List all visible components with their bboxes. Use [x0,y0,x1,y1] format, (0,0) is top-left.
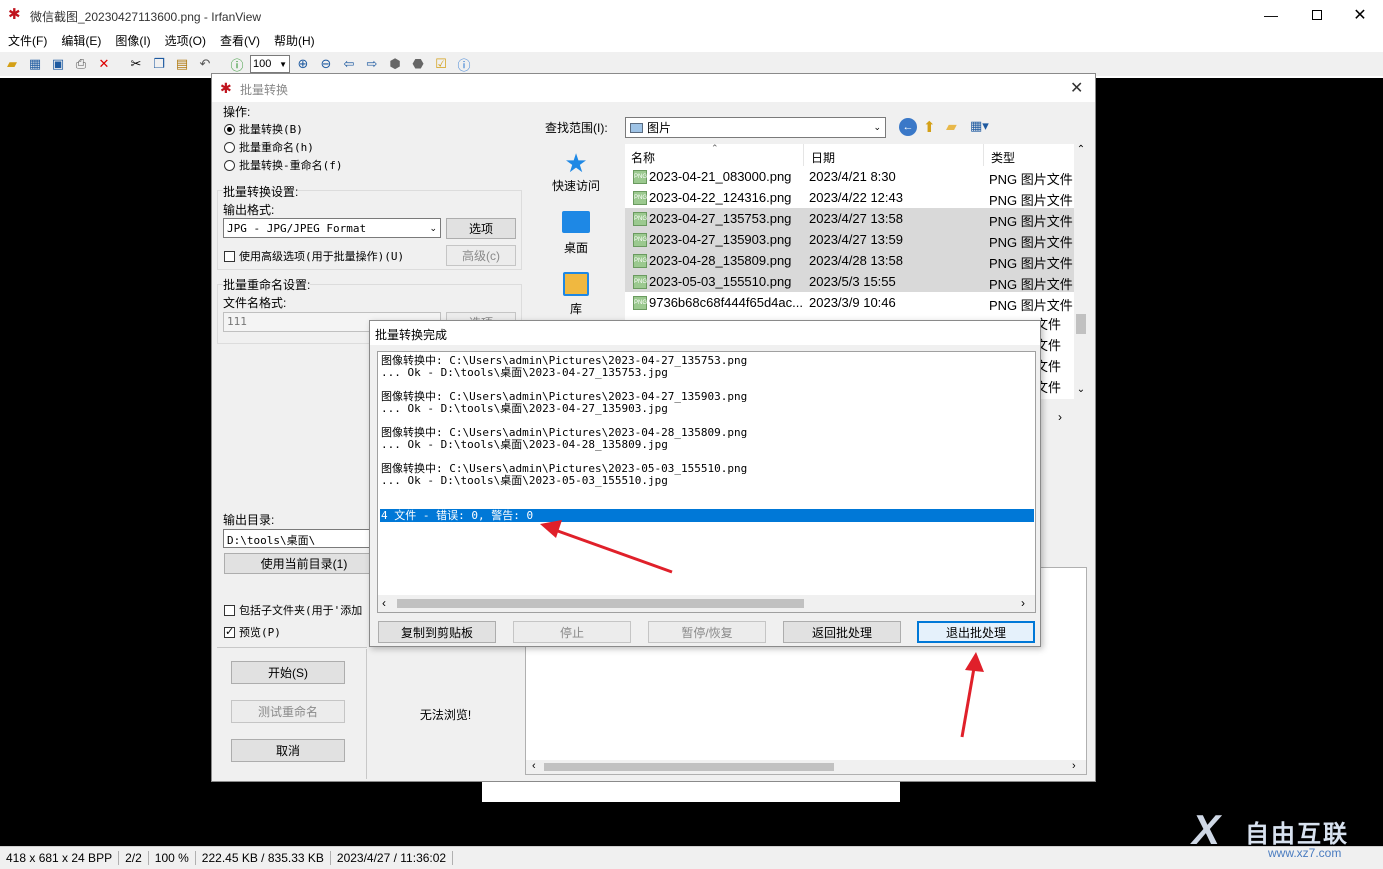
arrow-to-summary [540,520,673,574]
arrow-to-exit-button [960,652,984,738]
annotation-arrows [540,520,984,738]
